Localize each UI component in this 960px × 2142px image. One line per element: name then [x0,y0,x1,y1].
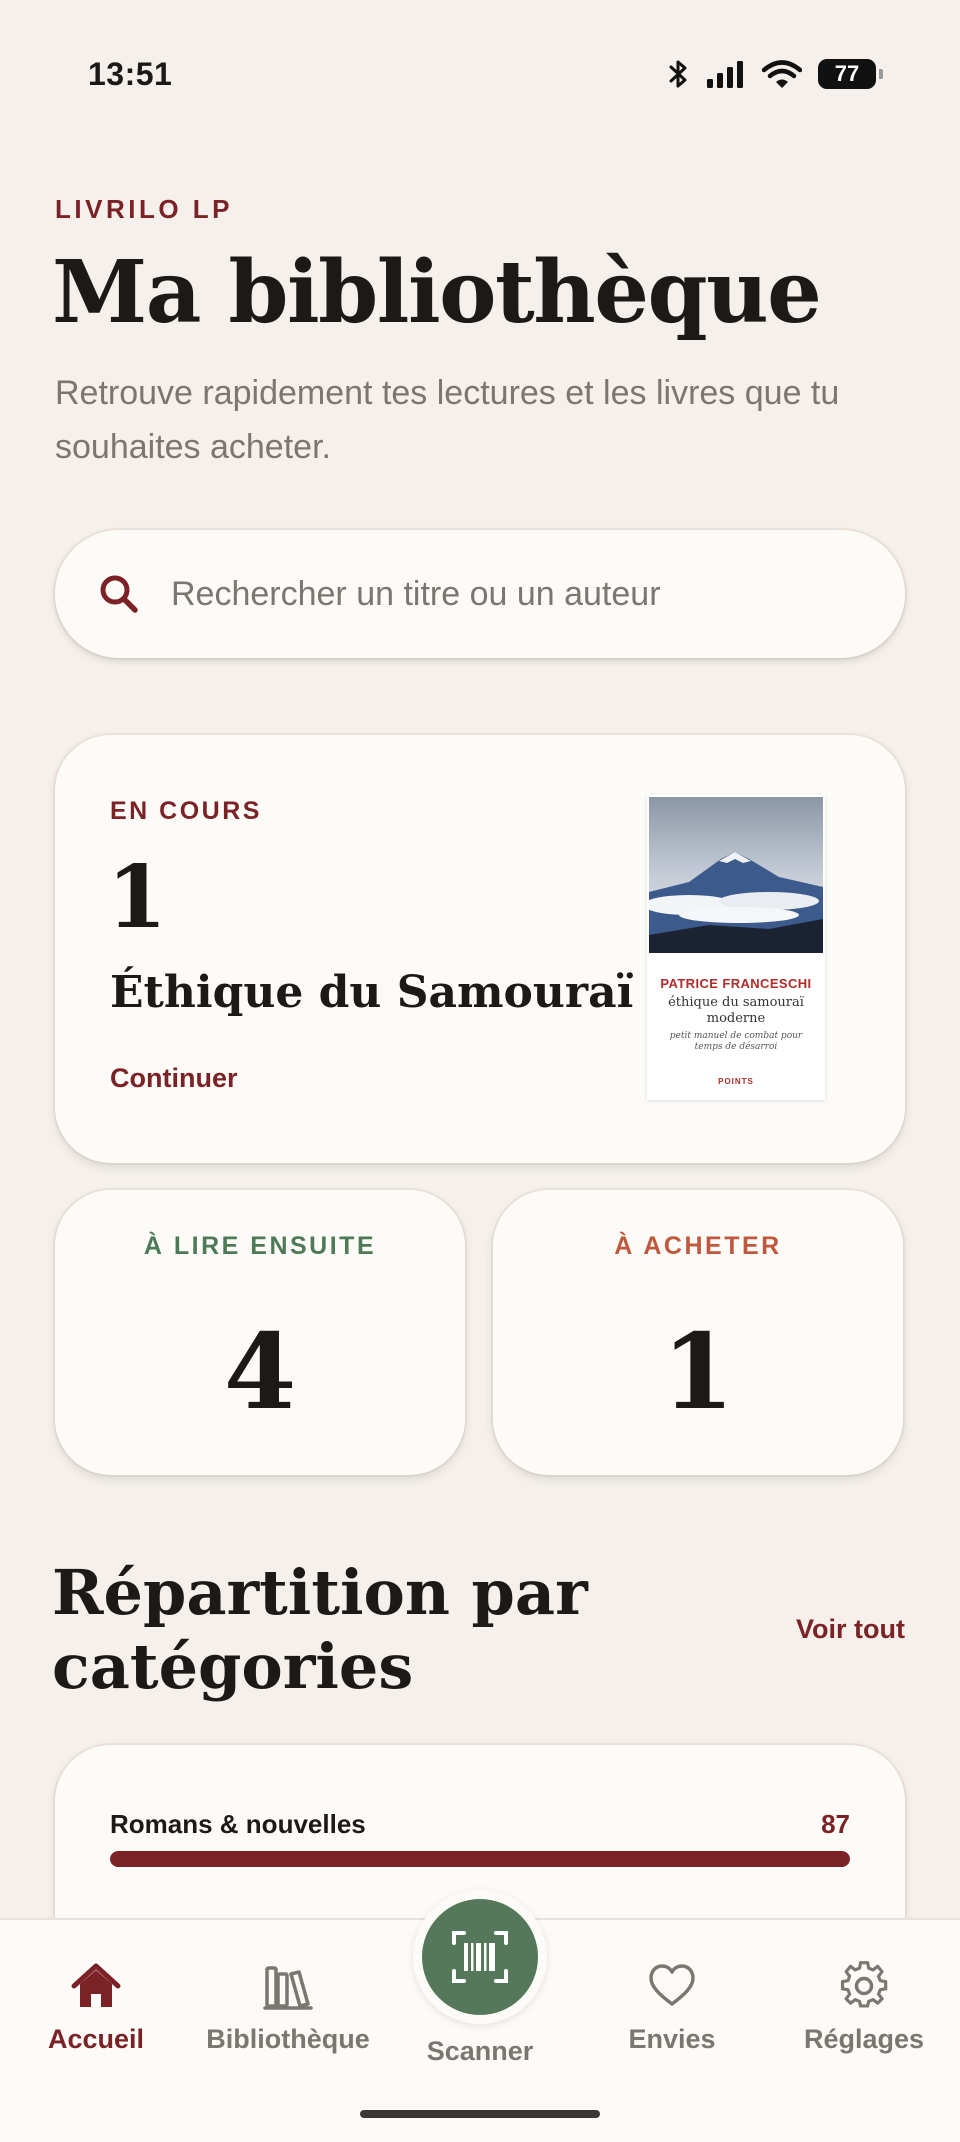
nav-wishlist[interactable]: Envies [576,1960,768,2055]
nav-library-label: Bibliothèque [206,2024,370,2054]
page-subtitle: Retrouve rapidement tes lectures et les … [55,374,840,466]
to-buy-count: 1 [661,1310,735,1433]
nav-wishlist-label: Envies [628,2024,716,2054]
current-reading-label: EN COURS [110,797,262,825]
nav-scanner-label: Scanner [426,2036,534,2066]
current-reading-count: 1 [107,847,167,948]
scanner-button[interactable] [413,1890,547,2024]
category-bar [110,1851,850,1867]
to-read-next-card[interactable]: À LIRE ENSUITE 4 [55,1190,465,1475]
status-bar: 13:51 77 [0,0,960,150]
search-icon [100,575,138,613]
search-bar[interactable] [55,530,905,658]
cellular-signal-icon [707,61,743,88]
nav-home-label: Accueil [47,2024,145,2054]
book-cover[interactable]: PATRICE FRANCESCHI éthique du samouraï m… [647,795,825,1100]
nav-settings[interactable]: Réglages [768,1960,960,2055]
nav-library[interactable]: Bibliothèque [192,1960,384,2055]
continue-button[interactable]: Continuer [110,1063,238,1094]
status-icons: 77 [668,58,883,90]
heart-icon [649,1964,695,2006]
cover-publisher: POINTS [718,1077,754,1086]
cover-title: éthique du samouraï moderne [668,995,804,1026]
page-title: Ma bibliothèque [52,242,822,343]
category-bar-fill [110,1851,850,1867]
books-icon [263,1966,313,2010]
to-buy-card[interactable]: À ACHETER 1 [493,1190,903,1475]
home-icon [71,1963,121,2007]
bluetooth-icon [669,60,687,88]
status-time: 13:51 [88,56,173,92]
gear-icon [840,1961,888,2008]
barcode-scan-icon [452,1931,508,1983]
search-input[interactable] [171,530,871,658]
see-all-link[interactable]: Voir tout [796,1614,905,1645]
category-count: 87 [821,1809,850,1839]
nav-settings-label: Réglages [803,2024,925,2054]
cover-subtitle: petit manuel de combat pour temps de dés… [669,1031,803,1052]
home-indicator [360,2110,600,2118]
category-name: Romans & nouvelles [110,1809,366,1839]
section-title: Répartition par catégories [52,1556,588,1703]
to-read-next-label: À LIRE ENSUITE [143,1232,377,1260]
battery-indicator: 77 [818,59,883,89]
to-read-next-count: 4 [223,1310,297,1433]
current-reading-card[interactable]: EN COURS 1 Éthique du Samouraï ... Conti… [55,735,905,1163]
nav-home[interactable]: Accueil [0,1960,192,2055]
current-book-title: Éthique du Samouraï ... [110,967,695,1018]
scanner-button-inner[interactable] [422,1899,538,2015]
cover-mountain-image [647,797,823,953]
wifi-icon [762,60,802,88]
battery-level: 77 [834,61,860,86]
to-buy-label: À ACHETER [614,1232,782,1260]
app-eyebrow: LIVRILO LP [55,194,233,224]
cover-author: PATRICE FRANCESCHI [660,976,812,991]
nav-scanner[interactable]: Scanner [384,2036,576,2067]
